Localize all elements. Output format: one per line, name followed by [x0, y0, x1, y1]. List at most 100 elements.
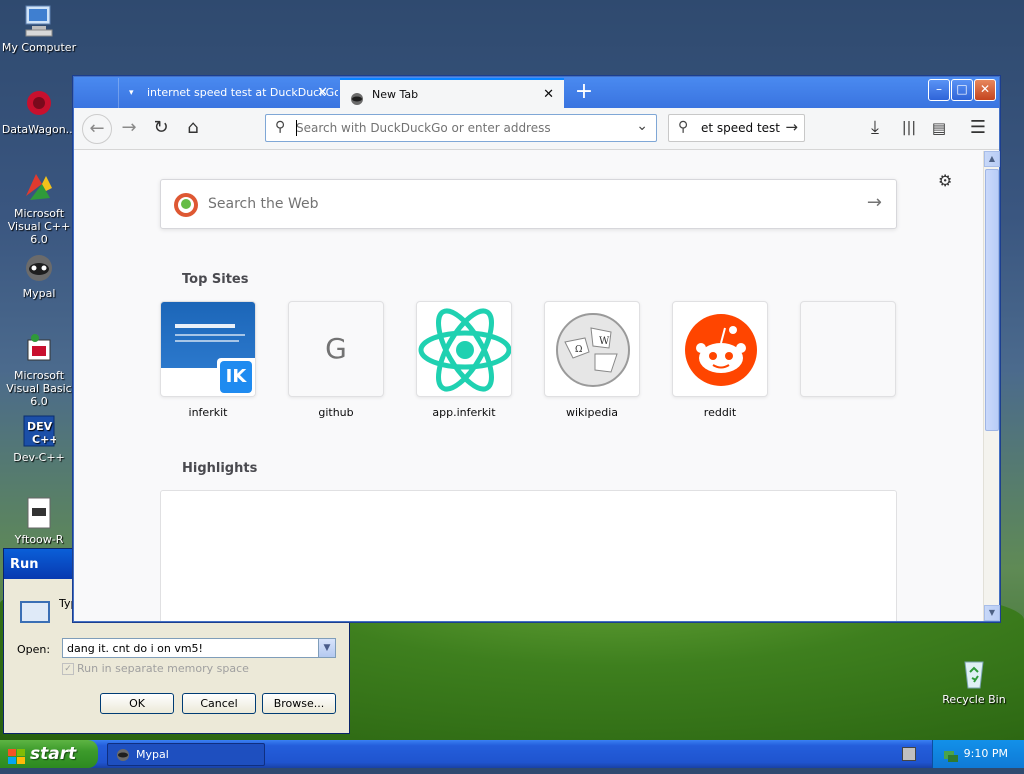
- datawagon-icon: [22, 86, 56, 120]
- desktop-icon-datawagon[interactable]: DataWagon...: [0, 86, 78, 136]
- home-icon[interactable]: ⌂: [178, 114, 208, 144]
- arrow-right-icon[interactable]: →: [785, 118, 798, 136]
- download-icon[interactable]: ⤓: [860, 114, 890, 144]
- reload-icon[interactable]: ↻: [146, 114, 176, 144]
- dev-cpp-icon: DEV C++: [22, 414, 59, 448]
- search-icon: ⚲: [275, 119, 286, 135]
- top-site-inferkit[interactable]: IK inferkit: [160, 301, 256, 419]
- desktop-icon-recycle-bin[interactable]: Recycle Bin: [935, 656, 1013, 706]
- svg-text:Ω: Ω: [575, 345, 582, 355]
- svg-text:W: W: [599, 336, 610, 347]
- web-search-placeholder: Search the Web: [208, 196, 319, 212]
- forward-arrow-icon[interactable]: →: [114, 114, 144, 144]
- scroll-down-arrow[interactable]: ▼: [984, 605, 1000, 621]
- cancel-button[interactable]: Cancel: [182, 693, 256, 714]
- browser-window: ▾ internet speed test at DuckDuckGo ✕ Ne…: [73, 76, 1000, 622]
- desktop-icon-my-computer[interactable]: My Computer: [0, 4, 78, 54]
- run-dialog-description: Type the name of a program, folder, docu…: [59, 597, 73, 610]
- text-caret: [296, 120, 297, 136]
- address-placeholder: Search with DuckDuckGo or enter address: [296, 121, 551, 135]
- close-tab-icon[interactable]: ✕: [317, 78, 328, 108]
- checkbox-box: ✓: [62, 663, 74, 675]
- top-site-wikipedia[interactable]: W Ω wikipedia: [544, 301, 640, 419]
- chevron-down-icon[interactable]: ⌄: [636, 118, 648, 134]
- desktop-icon-visual-cpp[interactable]: Microsoft Visual C++ 6.0: [0, 170, 78, 246]
- taskbar-button-label: Mypal: [136, 748, 169, 761]
- highlights-area: [160, 490, 897, 621]
- desktop-icon-visual-basic[interactable]: Microsoft Visual Basic 6.0: [0, 332, 78, 408]
- inferkit-thumbnail: IK: [160, 301, 256, 397]
- newtab-page: ⚙ Search the Web → Top Sites IK inferkit…: [74, 151, 983, 621]
- desktop-icon-dev-cpp[interactable]: DEV C++ Dev-C++: [0, 414, 78, 464]
- top-site-label: app.inferkit: [432, 406, 496, 419]
- top-site-reddit[interactable]: reddit: [672, 301, 768, 419]
- open-combobox[interactable]: dang it. cnt do i on vm5! ▼: [62, 638, 336, 658]
- search-icon: ⚲: [678, 119, 689, 135]
- react-icon: [416, 301, 512, 397]
- svg-text:C++: C++: [32, 433, 56, 446]
- scroll-up-arrow[interactable]: ▲: [984, 151, 1000, 167]
- keyboard-icon[interactable]: [902, 747, 916, 761]
- raccoon-icon: [350, 88, 364, 105]
- computer-icon: [22, 4, 56, 38]
- library-icon[interactable]: |||: [894, 114, 924, 144]
- taskbar: start Mypal 9:10 PM: [0, 740, 1024, 768]
- taskbar-button-mypal[interactable]: Mypal: [107, 743, 265, 766]
- separate-memory-label: Run in separate memory space: [77, 662, 249, 675]
- desktop-icon-yftoow[interactable]: Yftoow-R: [0, 496, 78, 546]
- recycle-bin-icon: [957, 656, 991, 690]
- address-bar[interactable]: ⚲ Search with DuckDuckGo or enter addres…: [265, 114, 657, 142]
- top-site-app-inferkit[interactable]: app.inferkit: [416, 301, 512, 419]
- top-site-label: reddit: [703, 406, 737, 419]
- run-icon: [20, 601, 50, 623]
- top-site-label: github: [318, 406, 354, 419]
- wikipedia-globe-icon: W Ω: [544, 301, 640, 397]
- browse-button[interactable]: Browse...: [262, 693, 336, 714]
- duckduckgo-icon: [173, 192, 199, 221]
- desktop-icon-mypal[interactable]: Mypal: [0, 250, 78, 300]
- close-window-button[interactable]: ✕: [974, 79, 996, 101]
- minimize-button[interactable]: –: [928, 79, 950, 101]
- windows-flag-icon: [8, 746, 25, 764]
- tab-speed-test[interactable]: ▾ internet speed test at DuckDuckGo ✕: [118, 78, 338, 108]
- github-letter: G: [325, 332, 347, 365]
- document-icon: [22, 496, 56, 530]
- system-tray: 9:10 PM: [932, 740, 1024, 768]
- network-icon[interactable]: [943, 746, 959, 774]
- reddit-icon: [672, 301, 768, 397]
- new-tab-button[interactable]: +: [570, 79, 598, 107]
- github-letter-tile: G: [288, 301, 384, 397]
- web-search-box[interactable]: Search the Web →: [160, 179, 897, 229]
- gear-icon[interactable]: ⚙: [938, 171, 952, 190]
- open-value: dang it. cnt do i on vm5!: [67, 642, 203, 655]
- close-tab-icon[interactable]: ✕: [543, 80, 554, 108]
- chevron-down-icon[interactable]: ▼: [318, 639, 335, 657]
- navigation-toolbar: ← → ↻ ⌂ ⚲ Search with DuckDuckGo or ente…: [74, 108, 999, 150]
- tab-label: New Tab: [372, 88, 419, 101]
- raccoon-icon: [116, 748, 130, 769]
- top-site-label: wikipedia: [565, 406, 618, 419]
- arrow-right-icon[interactable]: →: [867, 192, 882, 213]
- vertical-scrollbar[interactable]: ▲ ▼: [983, 151, 1000, 621]
- maximize-button[interactable]: □: [951, 79, 973, 101]
- tab-label: internet speed test at DuckDuckGo: [147, 86, 338, 99]
- back-arrow-icon[interactable]: ←: [82, 114, 112, 144]
- sidebar-icon[interactable]: ▤: [924, 114, 954, 144]
- top-site-github[interactable]: G github: [288, 301, 384, 419]
- chevron-down-icon: ▾: [129, 88, 134, 98]
- clock[interactable]: 9:10 PM: [964, 747, 1008, 760]
- separate-memory-checkbox[interactable]: ✓ Run in separate memory space: [62, 662, 249, 675]
- start-button[interactable]: start: [0, 740, 98, 768]
- scroll-thumb[interactable]: [985, 169, 999, 431]
- menu-icon[interactable]: ☰: [963, 114, 993, 144]
- tab-new-tab[interactable]: New Tab ✕: [340, 78, 564, 108]
- visual-basic-icon: [22, 332, 56, 366]
- search-bar[interactable]: ⚲ et speed test →: [668, 114, 805, 142]
- ok-button[interactable]: OK: [100, 693, 174, 714]
- search-value: et speed test: [701, 121, 781, 135]
- inferkit-badge: IK: [220, 361, 252, 393]
- top-sites-heading: Top Sites: [182, 272, 249, 287]
- tab-bar: ▾ internet speed test at DuckDuckGo ✕ Ne…: [74, 77, 999, 108]
- visual-cpp-icon: [22, 170, 56, 204]
- top-site-empty-slot[interactable]: [800, 301, 896, 397]
